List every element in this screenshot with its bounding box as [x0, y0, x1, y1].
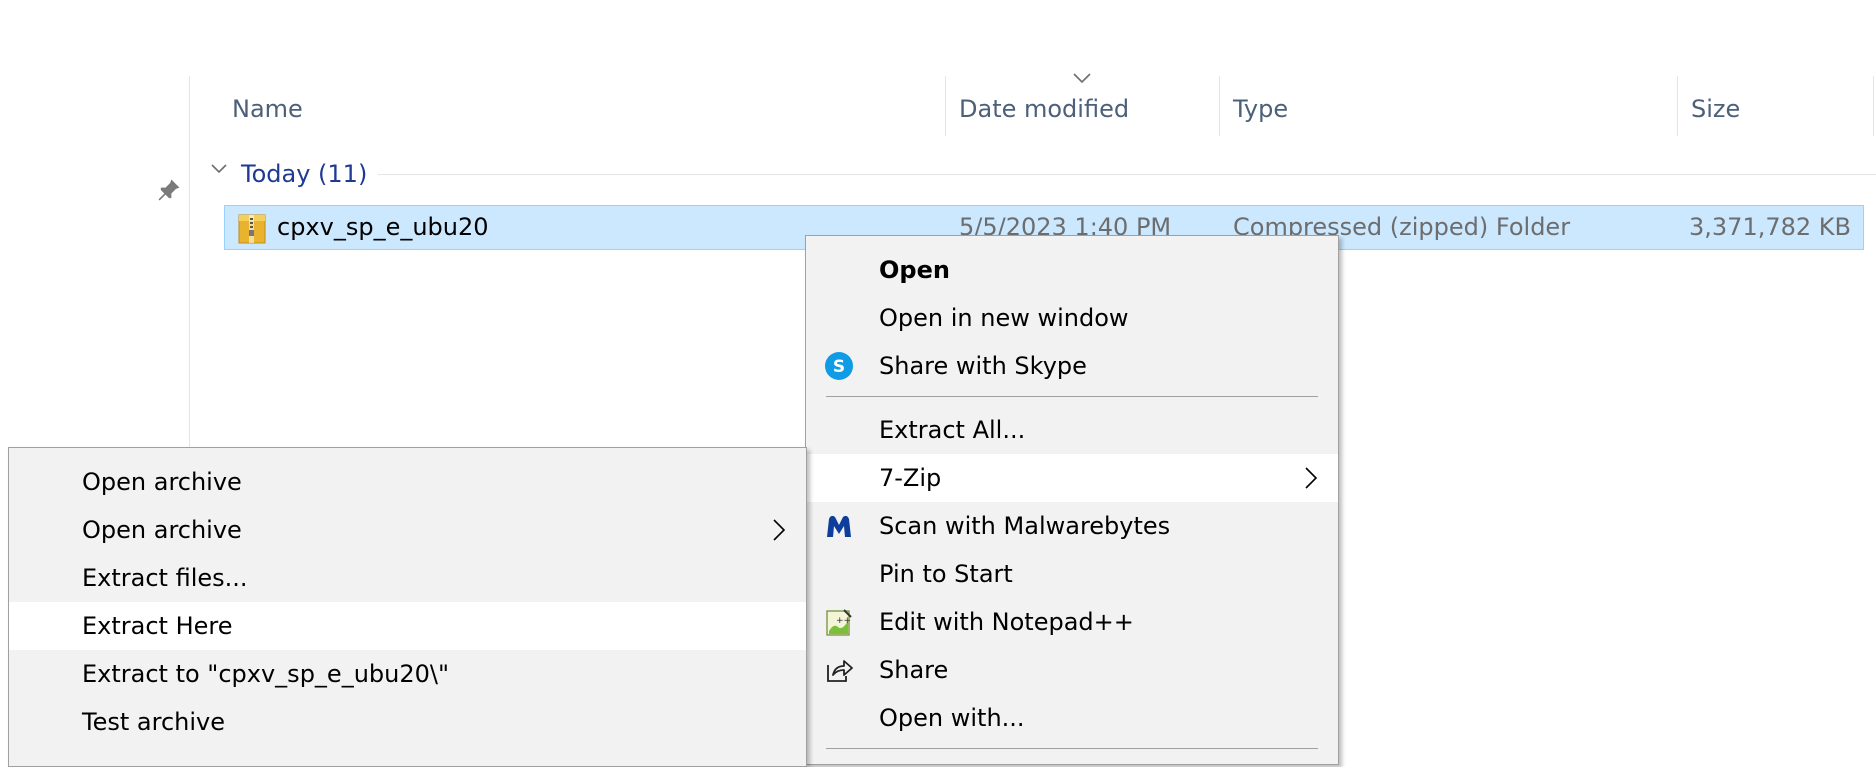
file-name: cpxv_sp_e_ubu20 — [277, 213, 489, 241]
column-separator[interactable] — [1677, 76, 1678, 136]
menu-item-label: Share — [879, 656, 949, 684]
menu-item-label: Scan with Malwarebytes — [879, 512, 1171, 540]
notepadpp-icon: ++ — [826, 609, 852, 636]
menu-item-extract-all[interactable]: Extract All... — [806, 406, 1338, 454]
zip-folder-icon — [238, 214, 266, 244]
submenu-item-extract-to-folder[interactable]: Extract to "cpxv_sp_e_ubu20\" — [9, 650, 806, 698]
menu-item-label: Open archive — [82, 468, 242, 496]
menu-item-label: Open archive — [82, 516, 242, 544]
menu-item-label: Open with... — [879, 704, 1025, 732]
file-size: 3,371,782 KB — [1689, 213, 1851, 241]
submenu-arrow-icon — [1305, 467, 1318, 489]
menu-item-open[interactable]: Open — [806, 246, 1338, 294]
menu-item-scan-with-malwarebytes[interactable]: Scan with Malwarebytes — [806, 502, 1338, 550]
column-header-type[interactable]: Type — [1233, 94, 1288, 124]
menu-item-share-with-skype[interactable]: S Share with Skype — [806, 342, 1338, 390]
group-collapse-chevron-icon[interactable] — [210, 163, 228, 175]
sort-descending-icon — [1073, 73, 1091, 84]
column-header-size[interactable]: Size — [1691, 94, 1740, 124]
svg-text:++: ++ — [836, 616, 851, 626]
column-separator[interactable] — [1873, 76, 1874, 136]
menu-item-edit-with-notepadpp[interactable]: ++ Edit with Notepad++ — [806, 598, 1338, 646]
pin-icon[interactable] — [155, 176, 183, 204]
menu-item-label: Pin to Start — [879, 560, 1013, 588]
menu-item-share[interactable]: Share — [806, 646, 1338, 694]
menu-item-label: Edit with Notepad++ — [879, 608, 1134, 636]
menu-separator — [826, 748, 1318, 749]
submenu-item-open-archive[interactable]: Open archive — [9, 458, 806, 506]
submenu-item-extract-here[interactable]: Extract Here — [9, 602, 806, 650]
menu-item-label: Open — [879, 256, 950, 284]
group-header-today[interactable]: Today (11) — [241, 158, 367, 190]
menu-item-label: Test archive — [82, 708, 225, 736]
submenu-arrow-icon — [773, 519, 786, 541]
menu-item-pin-to-start[interactable]: Pin to Start — [806, 550, 1338, 598]
share-icon — [827, 660, 853, 682]
submenu-item-test-archive[interactable]: Test archive — [9, 698, 806, 746]
menu-item-label: 7-Zip — [879, 464, 942, 492]
menu-item-label: Extract files... — [82, 564, 248, 592]
svg-text:S: S — [833, 357, 845, 377]
column-separator[interactable] — [945, 76, 946, 136]
7zip-submenu: Open archive Open archive Extract files.… — [8, 447, 807, 767]
menu-item-label: Open in new window — [879, 304, 1129, 332]
submenu-item-extract-files[interactable]: Extract files... — [9, 554, 806, 602]
column-header-name[interactable]: Name — [232, 94, 303, 124]
column-header-date-modified[interactable]: Date modified — [959, 94, 1129, 124]
submenu-item-open-archive-with[interactable]: Open archive — [9, 506, 806, 554]
context-menu: Open Open in new window S Share with Sky… — [805, 235, 1339, 765]
group-divider-line — [378, 174, 1876, 175]
menu-item-open-in-new-window[interactable]: Open in new window — [806, 294, 1338, 342]
malwarebytes-icon — [827, 515, 851, 537]
skype-icon: S — [825, 352, 853, 380]
menu-item-open-with[interactable]: Open with... — [806, 694, 1338, 742]
menu-item-label: Share with Skype — [879, 352, 1087, 380]
menu-item-label: Extract Here — [82, 612, 233, 640]
menu-item-label: Extract to "cpxv_sp_e_ubu20\" — [82, 660, 450, 688]
column-separator[interactable] — [1219, 76, 1220, 136]
menu-item-label: Extract All... — [879, 416, 1026, 444]
menu-separator — [826, 396, 1318, 397]
menu-item-7zip[interactable]: 7-Zip — [806, 454, 1338, 502]
